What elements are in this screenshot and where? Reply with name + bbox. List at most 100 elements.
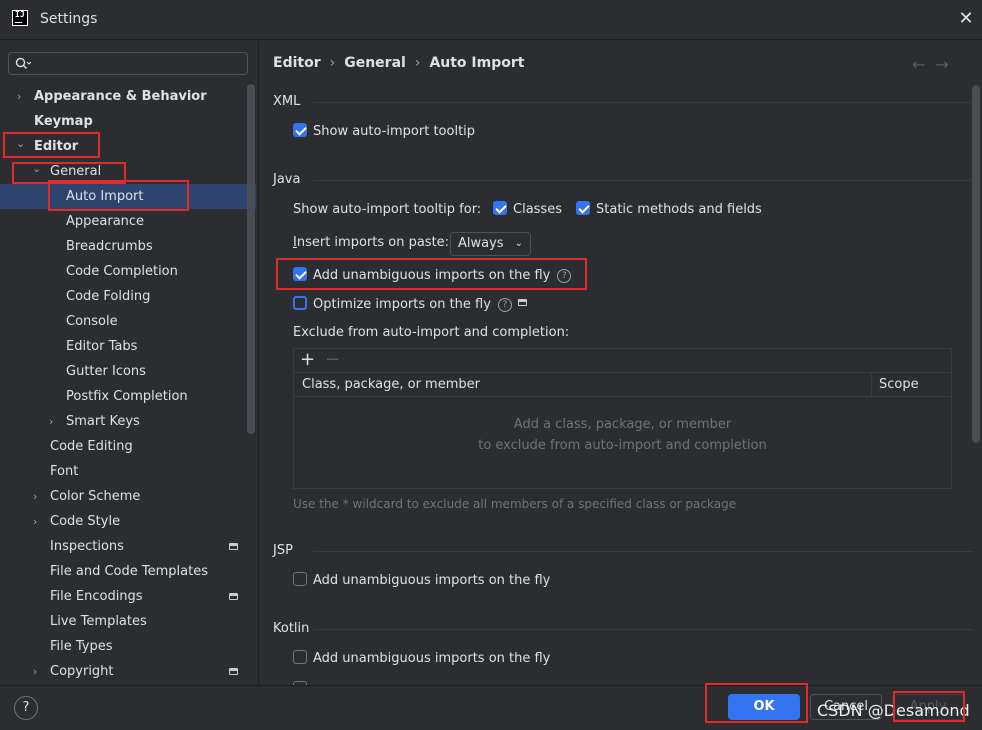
sidebar-item-general[interactable]: ⌄ General	[0, 159, 256, 184]
sidebar-item-console[interactable]: Console	[0, 309, 256, 334]
add-icon[interactable]: +	[300, 349, 315, 371]
sidebar-item-label: Inspections	[50, 539, 124, 554]
forward-arrow-icon[interactable]: →	[935, 55, 958, 74]
search-icon	[15, 57, 31, 69]
wildcard-hint: Use the * wildcard to exclude all member…	[293, 497, 737, 511]
sidebar-item-label: General	[50, 164, 102, 179]
sidebar-item-postfix-completion[interactable]: Postfix Completion	[0, 384, 256, 409]
xml-show-tooltip-checkbox[interactable]: Show auto-import tooltip	[293, 122, 475, 142]
java-add-unambiguous-checkbox[interactable]: Add unambiguous imports on the fly?	[293, 266, 572, 286]
intellij-logo-icon: IJ	[12, 10, 28, 26]
window-title: Settings	[40, 11, 98, 27]
insert-on-paste-label: Insert imports on paste:	[293, 233, 449, 253]
sidebar-item-label: Font	[50, 464, 79, 479]
column-header-member[interactable]: Class, package, or member	[302, 373, 480, 397]
back-arrow-icon[interactable]: ←	[912, 55, 935, 74]
settings-content-panel: Editor › General › Auto Import ←→ XML Show a…	[259, 41, 982, 685]
sidebar-item-label: Auto Import	[66, 189, 144, 204]
sidebar-item-code-completion[interactable]: Code Completion	[0, 259, 256, 284]
sidebar-item-inspections[interactable]: Inspections	[0, 534, 256, 559]
checkbox-unchecked-icon	[293, 650, 307, 664]
settings-search-input[interactable]	[8, 52, 248, 75]
sidebar-item-auto-import[interactable]: Auto Import	[0, 184, 256, 209]
sidebar-item-code-style[interactable]: › Code Style	[0, 509, 256, 534]
chevron-down-icon: ⌄	[32, 162, 42, 175]
sidebar-item-editor-tabs[interactable]: Editor Tabs	[0, 334, 256, 359]
table-empty-text: Add a class, package, or member	[513, 417, 732, 432]
sidebar-item-file-types[interactable]: File Types	[0, 634, 256, 659]
sidebar-item-label: File Types	[50, 639, 113, 654]
sidebar-item-appearance[interactable]: Appearance	[0, 209, 256, 234]
sidebar-item-label: Breadcrumbs	[66, 239, 153, 254]
checkbox-checked-icon	[293, 267, 307, 281]
sidebar-item-file-code-templates[interactable]: File and Code Templates	[0, 559, 256, 584]
sidebar-item-label: Live Templates	[50, 614, 147, 629]
remove-icon[interactable]: −	[325, 349, 340, 371]
sidebar-item-label: Color Scheme	[50, 489, 141, 504]
sidebar-item-file-encodings[interactable]: File Encodings	[0, 584, 256, 609]
sidebar-scrollbar[interactable]	[247, 84, 255, 434]
close-icon[interactable]: ✕	[957, 10, 975, 28]
chevron-down-icon: ⌄	[16, 137, 26, 150]
exclude-table: + − Class, package, or member Scope Add …	[293, 348, 952, 489]
sidebar-item-label: Code Style	[50, 514, 121, 529]
project-scope-icon	[517, 299, 527, 306]
help-button[interactable]: ?	[14, 696, 38, 720]
sidebar-item-appearance-behavior[interactable]: › Appearance & Behavior	[0, 84, 256, 109]
sidebar-item-code-folding[interactable]: Code Folding	[0, 284, 256, 309]
section-java: Java	[273, 172, 982, 187]
column-divider	[871, 373, 872, 397]
content-scrollbar[interactable]	[972, 85, 980, 443]
table-empty-text: to exclude from auto-import and completi…	[478, 438, 767, 453]
chevron-right-icon: ›	[33, 490, 38, 503]
sidebar-item-label: File Encodings	[50, 589, 143, 604]
kotlin-add-unambiguous-checkbox[interactable]: Add unambiguous imports on the fly	[293, 649, 550, 669]
sidebar-item-font[interactable]: Font	[0, 459, 256, 484]
column-header-scope[interactable]: Scope	[879, 373, 919, 397]
breadcrumb-general[interactable]: General	[344, 55, 406, 71]
breadcrumb-auto-import: Auto Import	[429, 55, 525, 71]
sidebar-item-gutter-icons[interactable]: Gutter Icons	[0, 359, 256, 384]
sidebar-item-label: Appearance	[66, 214, 145, 229]
sidebar-item-label: Code Folding	[66, 289, 151, 304]
chevron-down-icon: ⌄	[514, 238, 523, 249]
sidebar-item-code-editing[interactable]: Code Editing	[0, 434, 256, 459]
help-icon[interactable]: ?	[497, 298, 512, 312]
project-scope-icon	[229, 593, 238, 600]
java-classes-checkbox[interactable]: Classes	[493, 200, 562, 220]
sidebar-item-label: Appearance & Behavior	[34, 89, 207, 104]
breadcrumb-separator: ›	[414, 55, 421, 71]
project-scope-icon	[229, 543, 238, 550]
breadcrumb-editor[interactable]: Editor	[273, 55, 321, 71]
checkbox-checked-icon	[576, 201, 590, 215]
sidebar-item-label: Postfix Completion	[66, 389, 188, 404]
sidebar-item-smart-keys[interactable]: › Smart Keys	[0, 409, 256, 434]
settings-sidebar: › Appearance & Behavior Keymap ⌄ Editor …	[0, 41, 258, 685]
java-optimize-imports-checkbox[interactable]: Optimize imports on the fly?	[293, 295, 527, 315]
java-static-methods-checkbox[interactable]: Static methods and fields	[576, 200, 762, 220]
chevron-right-icon: ›	[17, 90, 22, 103]
breadcrumb: Editor › General › Auto Import	[273, 55, 524, 71]
sidebar-item-breadcrumbs[interactable]: Breadcrumbs	[0, 234, 256, 259]
sidebar-item-label: Copyright	[50, 664, 114, 679]
jsp-add-unambiguous-checkbox[interactable]: Add unambiguous imports on the fly	[293, 571, 550, 591]
checkbox-label: Static methods and fields	[596, 202, 762, 217]
checkbox-checked-icon	[293, 123, 307, 137]
checkbox-label: Classes	[513, 202, 562, 217]
sidebar-item-copyright[interactable]: › Copyright	[0, 659, 256, 684]
title-bar: IJ Settings ✕	[0, 0, 982, 40]
checkbox-unchecked-icon	[293, 572, 307, 586]
sidebar-item-label: File and Code Templates	[50, 564, 208, 579]
checkbox-label: Show auto-import tooltip	[313, 124, 476, 139]
sidebar-item-color-scheme[interactable]: › Color Scheme	[0, 484, 256, 509]
sidebar-item-label: Code Completion	[66, 264, 178, 279]
sidebar-item-keymap[interactable]: Keymap	[0, 109, 256, 134]
help-icon[interactable]: ?	[557, 269, 572, 283]
insert-on-paste-select[interactable]: Always ⌄	[450, 232, 531, 256]
sidebar-item-label: Gutter Icons	[66, 364, 146, 379]
chevron-right-icon: ›	[33, 515, 38, 528]
sidebar-item-live-templates[interactable]: Live Templates	[0, 609, 256, 634]
section-kotlin: Kotlin	[273, 621, 981, 636]
ok-button[interactable]: OK	[728, 694, 800, 720]
checkbox-checked-icon	[493, 201, 507, 215]
